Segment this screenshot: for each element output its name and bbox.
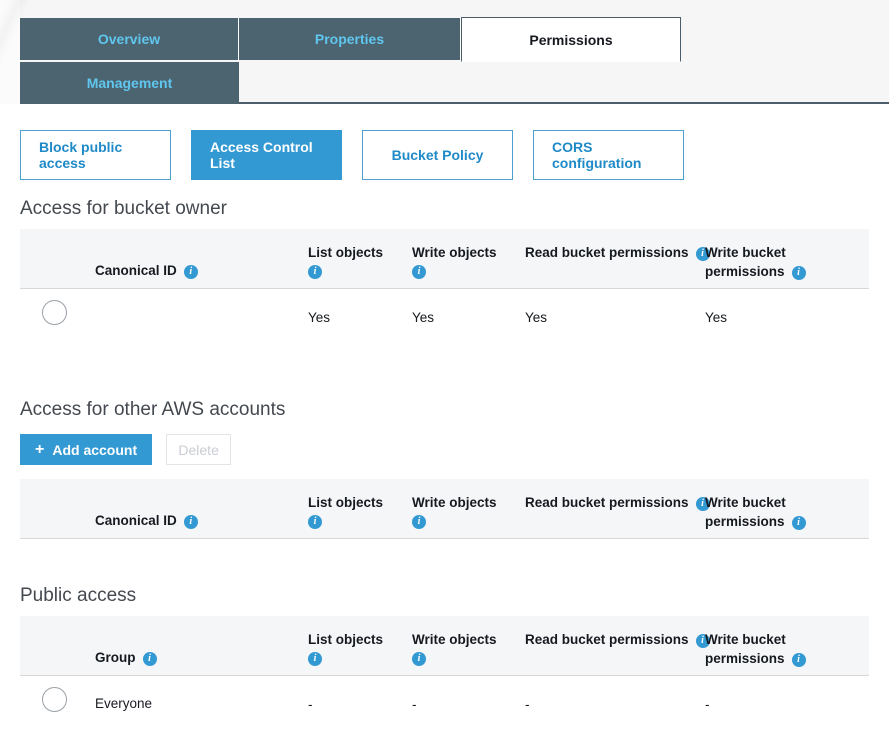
tab-management-label: Management xyxy=(86,75,173,91)
info-icon[interactable]: i xyxy=(412,515,426,529)
info-icon[interactable]: i xyxy=(183,515,198,529)
subnav-access-control-list-label: Access Control List xyxy=(210,139,313,171)
column-header-write-bucket-permissions: Write bucket permissions i xyxy=(705,243,869,281)
tab-management[interactable]: Management xyxy=(20,62,239,104)
subnav-bucket-policy-label: Bucket Policy xyxy=(391,147,484,163)
tab-permissions-label: Permissions xyxy=(529,32,613,48)
column-header-list-objects: List objects i xyxy=(308,630,383,666)
column-header-write-objects-label: Write objects xyxy=(412,632,497,647)
column-header-list-objects-label: List objects xyxy=(308,495,384,510)
column-header-write-bucket-permissions: Write bucket permissions i xyxy=(705,493,869,531)
column-header-canonical-id: Canonical ID i xyxy=(95,511,198,530)
column-header-write-objects-label: Write objects xyxy=(412,495,497,510)
tab-overview-label: Overview xyxy=(97,31,161,47)
cell-write-bucket-permissions: - xyxy=(705,697,710,712)
column-header-group-label: Group xyxy=(95,650,136,665)
column-header-write-objects: Write objects i xyxy=(412,493,497,529)
column-header-read-bucket-permissions-label: Read bucket permissions xyxy=(525,245,689,260)
section-title-bucket-owner: Access for bucket owner xyxy=(20,198,227,219)
table-bucket-owner: Canonical ID i List objects i Write object… xyxy=(20,229,869,349)
table-public-access: Group i List objects i Write objects i Read… xyxy=(20,616,869,736)
tab-properties[interactable]: Properties xyxy=(239,18,461,60)
column-header-write-objects: Write objects i xyxy=(412,243,497,279)
column-header-write-objects-label: Write objects xyxy=(412,245,497,260)
column-header-write-objects: Write objects i xyxy=(412,630,497,666)
other-accounts-actions: + Add account Delete xyxy=(20,434,232,465)
tab-permissions[interactable]: Permissions xyxy=(461,17,681,62)
info-icon[interactable]: i xyxy=(412,652,426,666)
column-header-group: Group i xyxy=(95,648,157,667)
column-header-read-bucket-permissions: Read bucket permissions i xyxy=(525,243,710,262)
table-header-row: Canonical ID i List objects i Write object… xyxy=(20,479,869,539)
section-title-public-access: Public access xyxy=(20,585,137,606)
table-row[interactable]: Everyone - - - - xyxy=(20,676,869,736)
column-header-canonical-id-label: Canonical ID xyxy=(95,513,177,528)
tab-strip-left-gutter xyxy=(0,0,20,104)
subnav-access-control-list[interactable]: Access Control List xyxy=(191,130,342,180)
subnav-bucket-policy[interactable]: Bucket Policy xyxy=(362,130,513,180)
cell-read-bucket-permissions: - xyxy=(525,697,530,712)
row-select-radio[interactable] xyxy=(42,687,67,712)
info-icon[interactable]: i xyxy=(791,266,806,280)
cell-list-objects: - xyxy=(308,697,313,712)
column-header-read-bucket-permissions: Read bucket permissions i xyxy=(525,630,710,649)
cell-read-bucket-permissions: Yes xyxy=(525,310,548,325)
info-icon[interactable]: i xyxy=(308,652,322,666)
tab-overview[interactable]: Overview xyxy=(20,18,239,60)
subnav-cors-configuration[interactable]: CORS configuration xyxy=(533,130,684,180)
table-header-row: Group i List objects i Write objects i Read… xyxy=(20,616,869,676)
subnav-block-public-access-label: Block public access xyxy=(39,139,123,171)
info-icon[interactable]: i xyxy=(791,516,806,530)
column-header-list-objects-label: List objects xyxy=(308,245,384,260)
cell-write-objects: Yes xyxy=(412,310,435,325)
table-other-accounts: Canonical ID i List objects i Write object… xyxy=(20,479,869,539)
cell-list-objects: Yes xyxy=(308,310,331,325)
row-select-radio[interactable] xyxy=(42,300,67,325)
section-title-other-accounts: Access for other AWS accounts xyxy=(20,399,286,420)
table-row[interactable]: Yes Yes Yes Yes xyxy=(20,289,869,349)
cell-write-bucket-permissions: Yes xyxy=(705,310,728,325)
tab-row-secondary: Management xyxy=(20,62,239,104)
delete-button-label: Delete xyxy=(178,441,219,458)
column-header-read-bucket-permissions: Read bucket permissions i xyxy=(525,493,710,512)
column-header-write-bucket-permissions-label: Write bucket permissions xyxy=(705,245,786,279)
info-icon[interactable]: i xyxy=(183,265,198,279)
cell-write-objects: - xyxy=(412,697,417,712)
tab-properties-label: Properties xyxy=(314,31,385,47)
bucket-tab-strip: Overview Properties Permissions Manageme… xyxy=(0,0,889,104)
cell-group: Everyone xyxy=(95,696,153,711)
info-icon[interactable]: i xyxy=(142,652,157,666)
column-header-list-objects: List objects i xyxy=(308,493,383,529)
add-account-button-label: Add account xyxy=(52,441,138,458)
table-header-row: Canonical ID i List objects i Write object… xyxy=(20,229,869,289)
column-header-list-objects-label: List objects xyxy=(308,632,384,647)
column-header-canonical-id: Canonical ID i xyxy=(95,261,198,280)
subnav-block-public-access[interactable]: Block public access xyxy=(20,130,171,180)
column-header-canonical-id-label: Canonical ID xyxy=(95,263,177,278)
column-header-list-objects: List objects i xyxy=(308,243,383,279)
column-header-write-bucket-permissions-label: Write bucket permissions xyxy=(705,495,786,529)
info-icon[interactable]: i xyxy=(412,265,426,279)
info-icon[interactable]: i xyxy=(308,265,322,279)
subnav-cors-configuration-label: CORS configuration xyxy=(552,139,642,171)
column-header-write-bucket-permissions: Write bucket permissions i xyxy=(705,630,869,668)
plus-icon: + xyxy=(35,440,45,458)
column-header-write-bucket-permissions-label: Write bucket permissions xyxy=(705,632,786,666)
tab-row-primary: Overview Properties Permissions xyxy=(20,17,681,62)
column-header-read-bucket-permissions-label: Read bucket permissions xyxy=(525,632,689,647)
info-icon[interactable]: i xyxy=(791,653,806,667)
permissions-subnav: Block public access Access Control List … xyxy=(20,130,684,180)
info-icon[interactable]: i xyxy=(308,515,322,529)
delete-button: Delete xyxy=(166,434,232,465)
column-header-read-bucket-permissions-label: Read bucket permissions xyxy=(525,495,689,510)
add-account-button[interactable]: + Add account xyxy=(20,434,153,465)
